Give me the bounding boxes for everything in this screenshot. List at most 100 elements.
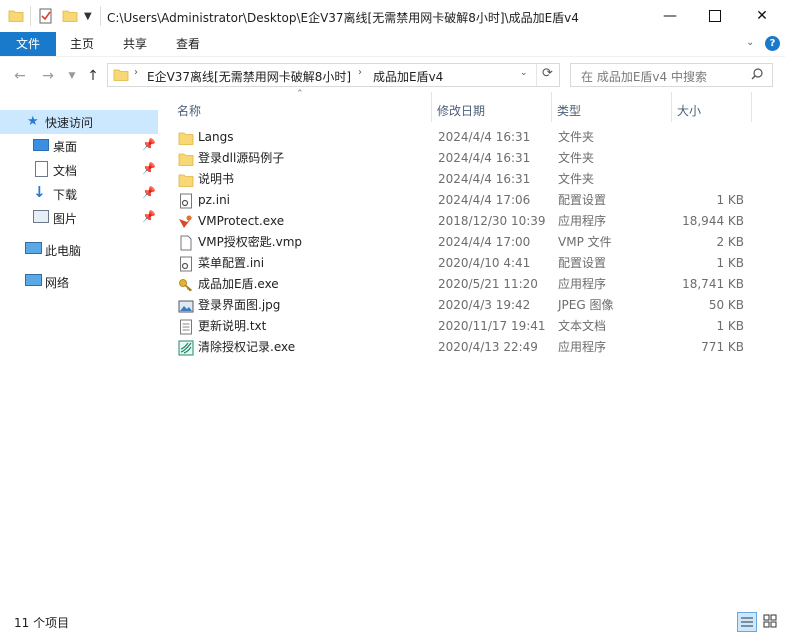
nav-label: 下载 <box>53 188 78 202</box>
close-button[interactable]: ✕ <box>739 0 785 32</box>
folder-icon <box>178 151 194 167</box>
table-row[interactable]: pz.ini 2024/4/4 17:06 配置设置 1 KB <box>178 190 768 211</box>
back-button[interactable]: ← <box>10 66 30 86</box>
computer-icon <box>25 242 42 254</box>
address-dropdown-icon[interactable]: ⌄ <box>520 68 528 78</box>
column-header-type[interactable]: 类型 <box>557 100 581 122</box>
file-type: 文本文档 <box>558 319 607 333</box>
file-list: ⌃ 名称 修改日期 类型 大小 Langs 2024/4/4 16:31 文件夹… <box>160 89 785 604</box>
folder-icon <box>8 6 24 26</box>
table-row[interactable]: Langs 2024/4/4 16:31 文件夹 <box>178 127 768 148</box>
refresh-icon[interactable]: ⟳ <box>542 66 553 81</box>
address-bar[interactable]: › E企V37离线[无需禁用网卡破解8小时] › 成品加E盾v4 ⌄ ⟳ <box>107 63 560 87</box>
navigation-pane: ★ 快速访问 桌面 📌 文档 📌 ↓ 下载 📌 图片 📌 此电脑 网络 <box>0 98 158 598</box>
file-name: 更新说明.txt <box>198 319 267 333</box>
text-file-icon <box>178 319 194 335</box>
file-date: 2024/4/4 16:31 <box>438 151 531 165</box>
customize-toolbar-icon[interactable]: ▼ <box>84 6 92 26</box>
file-type: 文件夹 <box>558 151 595 165</box>
file-date: 2024/4/4 16:31 <box>438 172 531 186</box>
breadcrumb-chevron-icon: › <box>134 67 138 78</box>
file-type: VMP 文件 <box>558 235 612 249</box>
picture-icon <box>33 210 49 223</box>
nav-item-quick-access[interactable]: ★ 快速访问 <box>0 110 158 134</box>
recent-locations-button[interactable]: ▼ <box>62 66 82 86</box>
tab-share[interactable]: 共享 <box>111 32 159 56</box>
forward-button[interactable]: → <box>38 66 58 86</box>
table-row[interactable]: 成品加E盾.exe 2020/5/21 11:20 应用程序 18,741 KB <box>178 274 768 295</box>
file-name: 登录界面图.jpg <box>198 298 281 312</box>
breadcrumb-chevron-icon: › <box>358 67 362 78</box>
file-size: 1 KB <box>716 319 744 333</box>
file-size: 1 KB <box>716 193 744 207</box>
help-icon[interactable]: ? <box>765 36 780 51</box>
up-arrow-icon: ↑ <box>87 68 99 84</box>
network-icon <box>25 274 42 286</box>
folder-icon <box>113 67 129 86</box>
tab-home[interactable]: 主页 <box>58 32 106 56</box>
folder-icon <box>178 172 194 188</box>
file-name: 清除授权记录.exe <box>198 340 296 354</box>
nav-item-pictures[interactable]: 图片 📌 <box>0 206 158 230</box>
file-size: 1 KB <box>716 256 744 270</box>
nav-item-documents[interactable]: 文档 📌 <box>0 158 158 182</box>
properties-icon[interactable] <box>38 6 54 26</box>
nav-label: 此电脑 <box>45 244 82 258</box>
table-row[interactable]: VMP授权密匙.vmp 2024/4/4 17:00 VMP 文件 2 KB <box>178 232 768 253</box>
search-input[interactable]: 在 成品加E盾v4 中搜索 <box>570 63 773 87</box>
tab-file[interactable]: 文件 <box>0 32 56 56</box>
nav-item-this-pc[interactable]: 此电脑 <box>0 238 158 262</box>
minimize-button[interactable]: — <box>647 0 693 32</box>
large-icons-view-button[interactable] <box>761 612 781 632</box>
breadcrumb-parent[interactable]: E企V37离线[无需禁用网卡破解8小时] <box>147 68 351 85</box>
file-name: VMProtect.exe <box>198 214 285 228</box>
chevron-down-icon: ▼ <box>68 71 76 81</box>
nav-label: 图片 <box>53 212 78 226</box>
file-date: 2024/4/4 16:31 <box>438 130 531 144</box>
expand-ribbon-icon[interactable]: ⌄ <box>746 37 754 48</box>
file-date: 2020/4/3 19:42 <box>438 298 531 312</box>
minimize-icon: — <box>663 8 677 24</box>
title-bar: ▼ C:\Users\Administrator\Desktop\E企V37离线… <box>0 0 785 32</box>
new-folder-icon[interactable] <box>62 6 78 26</box>
back-arrow-icon: ← <box>14 68 26 84</box>
file-date: 2020/4/10 4:41 <box>438 256 531 270</box>
pin-icon: 📌 <box>142 138 156 151</box>
maximize-button[interactable] <box>692 0 738 32</box>
file-size: 18,741 KB <box>682 277 744 291</box>
table-row[interactable]: 说明书 2024/4/4 16:31 文件夹 <box>178 169 768 190</box>
file-date: 2020/5/21 11:20 <box>438 277 538 291</box>
nav-item-downloads[interactable]: ↓ 下载 📌 <box>0 182 158 206</box>
breadcrumb-current[interactable]: 成品加E盾v4 <box>373 68 443 85</box>
up-button[interactable]: ↑ <box>83 66 103 86</box>
details-view-button[interactable] <box>737 612 757 632</box>
table-row[interactable]: 更新说明.txt 2020/11/17 19:41 文本文档 1 KB <box>178 316 768 337</box>
document-icon <box>35 161 48 177</box>
ribbon: 文件 主页 共享 查看 ⌄ ? <box>0 32 785 57</box>
nav-item-network[interactable]: 网络 <box>0 270 158 294</box>
table-row[interactable]: 登录界面图.jpg 2020/4/3 19:42 JPEG 图像 50 KB <box>178 295 768 316</box>
table-row[interactable]: 菜单配置.ini 2020/4/10 4:41 配置设置 1 KB <box>178 253 768 274</box>
table-row[interactable]: 清除授权记录.exe 2020/4/13 22:49 应用程序 771 KB <box>178 337 768 358</box>
file-date: 2018/12/30 10:39 <box>438 214 546 228</box>
large-icons-view-icon <box>763 614 777 628</box>
tab-view[interactable]: 查看 <box>164 32 212 56</box>
file-name: 说明书 <box>198 172 235 186</box>
table-row[interactable]: VMProtect.exe 2018/12/30 10:39 应用程序 18,9… <box>178 211 768 232</box>
settings-file-icon <box>178 256 194 272</box>
column-header-date[interactable]: 修改日期 <box>437 100 485 122</box>
column-header-size[interactable]: 大小 <box>677 100 701 122</box>
app-icon <box>178 340 194 356</box>
nav-label: 网络 <box>45 276 70 290</box>
pin-icon: 📌 <box>142 162 156 175</box>
file-date: 2024/4/4 17:06 <box>438 193 531 207</box>
column-header-name[interactable]: 名称 <box>177 100 201 122</box>
file-date: 2020/11/17 19:41 <box>438 319 546 333</box>
nav-label: 快速访问 <box>45 116 94 130</box>
blank-file-icon <box>178 235 194 251</box>
table-row[interactable]: 登录dll源码例子 2024/4/4 16:31 文件夹 <box>178 148 768 169</box>
nav-item-desktop[interactable]: 桌面 📌 <box>0 134 158 158</box>
pin-icon: 📌 <box>142 186 156 199</box>
file-name: 成品加E盾.exe <box>198 277 279 291</box>
file-size: 771 KB <box>701 340 744 354</box>
